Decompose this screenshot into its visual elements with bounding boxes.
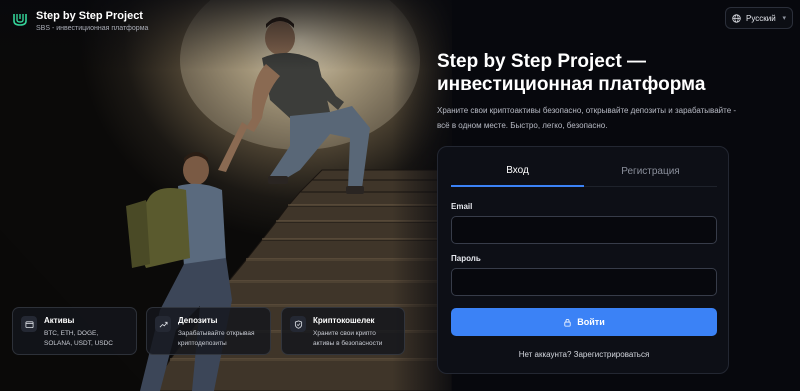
- email-field[interactable]: [451, 216, 717, 244]
- feature-title: Криптокошелек: [313, 316, 375, 325]
- feature-card-deposits: Депозиты Зарабатывайте открывая криптоде…: [146, 307, 271, 355]
- auth-tabs: Вход Регистрация: [451, 156, 717, 187]
- brand-subtitle: SBS - инвестиционная платформа: [36, 25, 149, 32]
- password-label: Пароль: [451, 254, 481, 263]
- page-description: Храните свои криптоактивы безопасно, отк…: [437, 106, 737, 130]
- feature-description: Зарабатывайте открывая криптодепозиты: [178, 330, 255, 347]
- globe-icon: [732, 13, 741, 23]
- login-button[interactable]: Войти: [451, 308, 717, 336]
- language-select[interactable]: Русский ▾: [725, 7, 793, 29]
- feature-title: Депозиты: [178, 316, 218, 325]
- feature-description: Храните свои крипто активы в безопасност…: [313, 330, 383, 347]
- language-label: Русский: [746, 13, 776, 23]
- tab-register[interactable]: Регистрация: [584, 156, 717, 187]
- feature-card-crypto-wallet: Криптокошелек Храните свои крипто активы…: [281, 307, 405, 355]
- page-title: Step by Step Project — инвестиционная пл…: [437, 51, 706, 95]
- login-button-label: Войти: [577, 317, 605, 327]
- brand-title: Step by Step Project: [36, 10, 143, 22]
- trending-up-icon: [155, 316, 171, 332]
- tab-login[interactable]: Вход: [451, 156, 584, 187]
- email-label: Email: [451, 202, 473, 211]
- feature-title: Активы: [44, 316, 75, 325]
- wallet-icon: [21, 316, 37, 332]
- feature-card-assets: Активы BTC, ETH, DOGE, SOLANA, USDT, USD…: [12, 307, 137, 355]
- register-link[interactable]: Нет аккаунта? Зарегистрироваться: [438, 350, 730, 359]
- chevron-down-icon: ▾: [782, 15, 786, 22]
- password-field[interactable]: [451, 268, 717, 296]
- brand[interactable]: Step by Step Project SBS - инвестиционна…: [12, 10, 148, 32]
- auth-card: Вход Регистрация Email Пароль Войти Нет …: [437, 146, 729, 374]
- shield-icon: [290, 316, 306, 332]
- feature-description: BTC, ETH, DOGE, SOLANA, USDT, USDC: [44, 330, 113, 347]
- lock-icon: [564, 318, 571, 327]
- brand-logo-icon: [13, 14, 27, 26]
